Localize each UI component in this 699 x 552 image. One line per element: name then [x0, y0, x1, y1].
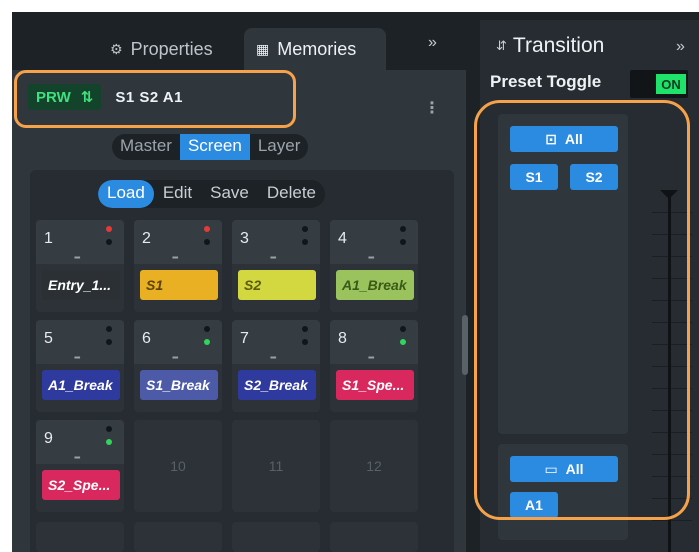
- memory-cell[interactable]: 2 ▪▪▪ S1: [134, 220, 222, 312]
- action-selector: Load Edit Save Delete: [98, 180, 326, 208]
- memory-cell-header: 9 ▪▪▪: [36, 420, 124, 464]
- memory-cell[interactable]: 5 ▪▪▪ A1_Break: [36, 320, 124, 412]
- action-save[interactable]: Save: [201, 180, 258, 208]
- memory-cell[interactable]: 6 ▪▪▪ S1_Break: [134, 320, 222, 412]
- memory-number: 8: [338, 330, 347, 347]
- grid-icon: ▦: [256, 40, 270, 57]
- memory-cell[interactable]: 3 ▪▪▪ S2: [232, 220, 320, 312]
- memory-label: S2_Break: [238, 370, 316, 400]
- memory-cell-header: 8 ▪▪▪: [330, 320, 418, 364]
- memory-cell-header: 4 ▪▪▪: [330, 220, 418, 264]
- memory-label: S2_Spe...: [42, 470, 120, 500]
- memory-number: 7: [240, 330, 249, 347]
- drag-handle-icon[interactable]: ▪▪▪: [74, 453, 80, 462]
- preset-toggle-label: Preset Toggle: [490, 72, 602, 91]
- scope-option-screen[interactable]: Screen: [179, 134, 250, 160]
- preset-toggle-switch[interactable]: ON: [630, 70, 688, 98]
- empty-memory-cell[interactable]: [232, 522, 320, 552]
- transition-icon: ⇵: [496, 38, 507, 53]
- memory-cell-header: 3 ▪▪▪: [232, 220, 320, 264]
- memory-menu-icon[interactable]: [302, 226, 308, 252]
- toggle-state: ON: [656, 74, 686, 94]
- tab-memories-label: Memories: [277, 38, 357, 59]
- highlight-prw-box: [14, 70, 296, 128]
- memory-menu-icon[interactable]: [106, 226, 112, 252]
- memory-menu-icon[interactable]: [204, 326, 210, 352]
- memory-label: Entry_1...: [42, 270, 120, 300]
- memory-cell-header: 1 ▪▪▪: [36, 220, 124, 264]
- tab-properties[interactable]: ⚙ Properties: [98, 28, 225, 70]
- memory-grid-panel: Load Edit Save Delete 1 ▪▪▪ Entry_1... 2 ▪▪▪…: [30, 170, 468, 552]
- empty-memory-cell[interactable]: 11: [232, 420, 320, 512]
- memory-menu-icon[interactable]: [204, 226, 210, 252]
- drag-handle-icon[interactable]: ▪▪▪: [172, 353, 178, 362]
- memory-cell[interactable]: 4 ▪▪▪ A1_Break: [330, 220, 418, 312]
- memories-panel: PRW ⇅ S1 S2 A1 ⋮ Master Screen Layer Loa…: [12, 70, 468, 552]
- memory-number: 5: [44, 330, 53, 347]
- memory-cell-header: 5 ▪▪▪: [36, 320, 124, 364]
- drag-handle-icon[interactable]: ▪▪▪: [74, 353, 80, 362]
- memory-cell[interactable]: 7 ▪▪▪ S2_Break: [232, 320, 320, 412]
- action-edit[interactable]: Edit: [154, 180, 201, 208]
- memory-cell[interactable]: 8 ▪▪▪ S1_Spe...: [330, 320, 418, 412]
- memory-cell-header: 2 ▪▪▪: [134, 220, 222, 264]
- memory-menu-icon[interactable]: [400, 326, 406, 352]
- memory-label: S1_Break: [140, 370, 218, 400]
- scope-option-master[interactable]: Master: [112, 134, 180, 160]
- memory-menu-icon[interactable]: [106, 326, 112, 352]
- drag-handle-icon[interactable]: ▪▪▪: [172, 253, 178, 262]
- drag-handle-icon[interactable]: ▪▪▪: [368, 353, 374, 362]
- memory-cell-header: 7 ▪▪▪: [232, 320, 320, 364]
- empty-memory-number: 11: [268, 458, 284, 474]
- memory-menu-icon[interactable]: [302, 326, 308, 352]
- memory-menu-icon[interactable]: [400, 226, 406, 252]
- memory-number: 1: [44, 230, 53, 247]
- grid-scrollbar[interactable]: [462, 315, 468, 375]
- empty-memory-cell[interactable]: [330, 522, 418, 552]
- drag-handle-icon[interactable]: ▪▪▪: [270, 253, 276, 262]
- action-load[interactable]: Load: [98, 180, 154, 208]
- empty-memory-cell[interactable]: 10: [134, 420, 222, 512]
- memory-number: 9: [44, 430, 53, 447]
- memory-label: S1: [140, 270, 218, 300]
- memory-label: A1_Break: [42, 370, 120, 400]
- scope-selector: Master Screen Layer: [112, 134, 309, 160]
- tab-properties-label: Properties: [130, 38, 213, 59]
- memory-cell[interactable]: 9 ▪▪▪ S2_Spe...: [36, 420, 124, 512]
- empty-memory-cell[interactable]: [36, 522, 124, 552]
- empty-memory-number: 12: [366, 458, 382, 474]
- memory-cell-header: 6 ▪▪▪: [134, 320, 222, 364]
- properties-icon: ⚙: [110, 40, 123, 57]
- memory-label: A1_Break: [336, 270, 414, 300]
- more-menu-button[interactable]: ⋮: [424, 98, 440, 118]
- collapse-right-panel-button[interactable]: »: [676, 38, 685, 56]
- memory-label: S1_Spe...: [336, 370, 414, 400]
- empty-memory-cell[interactable]: 12: [330, 420, 418, 512]
- tab-memories[interactable]: ▦ Memories: [244, 28, 386, 70]
- memory-number: 6: [142, 330, 151, 347]
- highlight-transition-box: [474, 100, 690, 520]
- empty-memory-cell[interactable]: [134, 522, 222, 552]
- drag-handle-icon[interactable]: ▪▪▪: [368, 253, 374, 262]
- empty-memory-number: 10: [170, 458, 186, 474]
- transition-header: ⇵ Transition: [496, 34, 604, 58]
- memory-number: 2: [142, 230, 151, 247]
- scope-option-layer[interactable]: Layer: [250, 134, 309, 160]
- drag-handle-icon[interactable]: ▪▪▪: [74, 253, 80, 262]
- memory-number: 4: [338, 230, 347, 247]
- memory-menu-icon[interactable]: [106, 426, 112, 452]
- action-delete[interactable]: Delete: [258, 180, 325, 208]
- memory-label: S2: [238, 270, 316, 300]
- drag-handle-icon[interactable]: ▪▪▪: [270, 353, 276, 362]
- tab-bar: ⚙ Properties ▦ Memories »: [12, 12, 466, 70]
- collapse-left-panel-button[interactable]: »: [428, 34, 437, 52]
- memory-cell[interactable]: 1 ▪▪▪ Entry_1...: [36, 220, 124, 312]
- memory-number: 3: [240, 230, 249, 247]
- transition-title: Transition: [512, 34, 605, 57]
